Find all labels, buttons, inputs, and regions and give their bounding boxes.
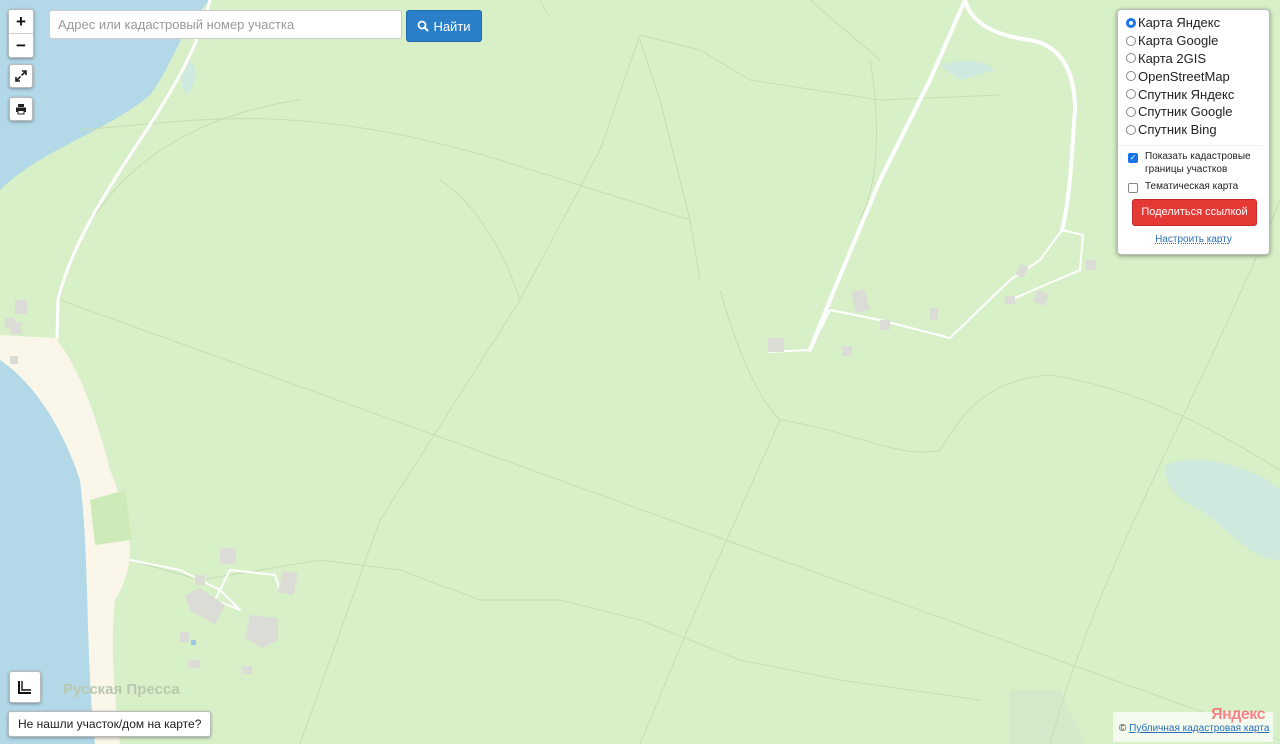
layer-label: Карта Яндекс [1138,15,1221,31]
layer-label: Спутник Google [1138,104,1233,120]
layer-label: OpenStreetMap [1138,68,1230,84]
zoom-in-button[interactable]: + [9,10,33,33]
ruler-icon [18,681,31,694]
layer-radio[interactable] [1126,35,1136,46]
search-input[interactable] [49,10,402,39]
configure-map-link[interactable]: Настроить карту [1126,234,1261,245]
thematic-map-checkbox[interactable] [1128,182,1138,193]
print-button[interactable] [9,97,33,121]
layer-radio[interactable] [1126,17,1136,28]
cadastral-map-link[interactable]: Публичная кадастровая карта [1129,723,1269,734]
show-cadastral-label: Показать кадастровые границы участков [1145,150,1251,175]
layer-option[interactable]: Спутник Google [1126,103,1269,121]
fullscreen-button[interactable] [9,64,33,88]
thematic-map-checkbox-row[interactable]: Тематическая карта [1126,180,1269,193]
layer-radio[interactable] [1126,124,1136,135]
search-icon [418,20,430,32]
layer-label: Спутник Bing [1138,122,1217,138]
layers-panel: Карта Яндекс Карта Google Карта 2GIS OpenSt… [1117,9,1270,255]
layer-option[interactable]: Карта Яндекс [1126,14,1269,32]
layer-radio[interactable] [1126,106,1136,117]
zoom-control: + − [8,9,34,58]
layer-radio[interactable] [1126,89,1136,100]
print-icon [16,104,26,115]
ruler-button[interactable] [9,671,41,703]
layer-option[interactable]: OpenStreetMap [1126,67,1269,85]
layer-radio[interactable] [1126,71,1136,82]
divider [1118,144,1263,146]
search-button-label: Найти [433,18,471,34]
layer-option[interactable]: Карта 2GIS [1126,50,1269,68]
show-cadastral-checkbox-row[interactable]: ✓ Показать кадастровые границы участков [1126,150,1269,176]
layer-radio[interactable] [1126,53,1136,64]
layer-label: Карта 2GIS [1138,50,1207,66]
place-label: Русская Пресса [63,681,180,698]
search-button[interactable]: Найти [406,10,482,42]
attribution: Яндекс © Публичная кадастровая карта [1113,706,1273,742]
layer-option[interactable]: Спутник Яндекс [1126,85,1269,103]
zoom-out-button[interactable]: − [9,33,33,57]
share-link-button[interactable]: Поделиться ссылкой [1132,198,1257,226]
layer-label: Спутник Яндекс [1138,86,1235,102]
map-canvas[interactable] [0,0,1280,744]
copyright-sign: © [1119,723,1127,734]
not-found-button[interactable]: Не нашли участок/дом на карте? [8,711,212,737]
provider-logo: Яндекс [1211,706,1265,723]
show-cadastral-checkbox[interactable]: ✓ [1128,152,1138,163]
thematic-map-label: Тематическая карта [1145,180,1239,192]
layer-option[interactable]: Спутник Bing [1126,121,1269,139]
fullscreen-icon [15,70,27,82]
layer-option[interactable]: Карта Google [1126,32,1269,50]
layer-label: Карта Google [1138,33,1219,49]
